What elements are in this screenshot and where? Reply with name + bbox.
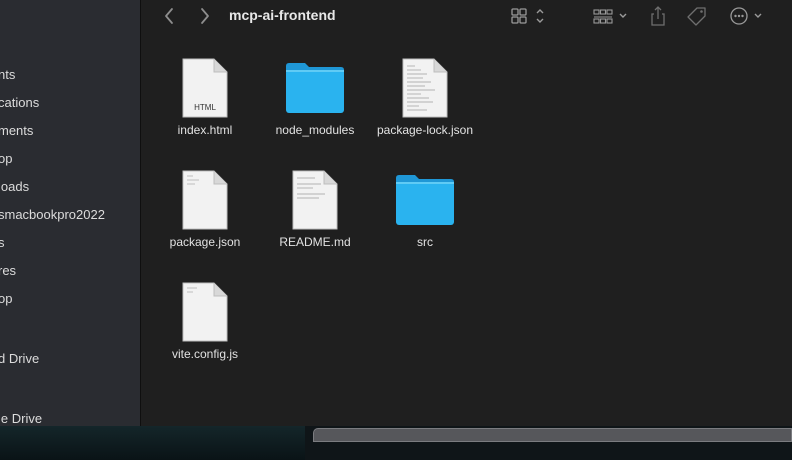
- more-actions-button[interactable]: [729, 5, 769, 27]
- chevron-left-icon: [165, 8, 173, 24]
- file-name: package-lock.json: [376, 123, 474, 137]
- file-item-index-html[interactable]: HTML index.html: [150, 58, 260, 138]
- folder-icon: [286, 63, 344, 113]
- file-name: README.md: [279, 235, 351, 249]
- sidebar-item-applications[interactable]: cations: [0, 95, 39, 110]
- finder-window: nts cations ments op loads smacbookpro20…: [0, 0, 792, 426]
- document-file-icon: [292, 170, 338, 230]
- share-button[interactable]: [648, 5, 668, 27]
- grid-view-icon: [511, 8, 544, 24]
- chevron-right-icon: [201, 8, 209, 24]
- file-item-vite-config-js[interactable]: vite.config.js: [150, 282, 260, 362]
- sidebar: nts cations ments op loads smacbookpro20…: [0, 0, 141, 426]
- sidebar-item-desktop[interactable]: op: [0, 151, 12, 166]
- file-name: node_modules: [275, 123, 355, 137]
- sidebar-item-google-drive[interactable]: le Drive: [0, 411, 42, 426]
- group-by-button[interactable]: [592, 5, 632, 27]
- tag-icon: [687, 7, 706, 26]
- folder-item-src[interactable]: src: [370, 170, 480, 250]
- sidebar-item-downloads[interactable]: loads: [0, 179, 29, 194]
- window-title: mcp-ai-frontend: [229, 7, 336, 23]
- background-window[interactable]: [313, 428, 792, 442]
- file-name: vite.config.js: [171, 347, 239, 361]
- file-name: index.html: [177, 123, 233, 137]
- file-name: package.json: [169, 235, 241, 249]
- file-item-package-json[interactable]: package.json: [150, 170, 260, 250]
- forward-button[interactable]: [194, 6, 216, 26]
- file-item-package-lock-json[interactable]: package-lock.json: [370, 58, 480, 138]
- sidebar-item-s[interactable]: s: [0, 235, 5, 250]
- desktop-wallpaper: [0, 426, 305, 460]
- sidebar-item-pictures[interactable]: res: [0, 263, 16, 278]
- back-button[interactable]: [158, 6, 180, 26]
- sidebar-item-icloud-drive[interactable]: d Drive: [0, 351, 39, 366]
- file-name: src: [417, 235, 433, 249]
- document-file-icon: [182, 170, 228, 230]
- desktop-background: [0, 426, 792, 460]
- document-file-icon: [182, 282, 228, 342]
- sidebar-item-recents[interactable]: nts: [0, 67, 15, 82]
- folder-icon: [396, 175, 454, 225]
- sidebar-item-documents[interactable]: ments: [0, 123, 33, 138]
- share-icon: [651, 6, 665, 26]
- group-by-icon: [593, 9, 627, 24]
- sidebar-item-home[interactable]: smacbookpro2022: [0, 207, 105, 222]
- sidebar-item-op[interactable]: op: [0, 291, 12, 306]
- folder-item-node-modules[interactable]: node_modules: [260, 58, 370, 138]
- tag-button[interactable]: [686, 5, 708, 27]
- html-file-badge: HTML: [194, 103, 216, 112]
- view-toggle-button[interactable]: [510, 5, 548, 27]
- document-file-icon: [402, 58, 448, 118]
- more-actions-icon: [730, 7, 762, 25]
- file-grid: HTML index.html node_modules package-loc…: [141, 34, 792, 426]
- file-item-readme-md[interactable]: README.md: [260, 170, 370, 250]
- html-file-icon: HTML: [182, 58, 228, 118]
